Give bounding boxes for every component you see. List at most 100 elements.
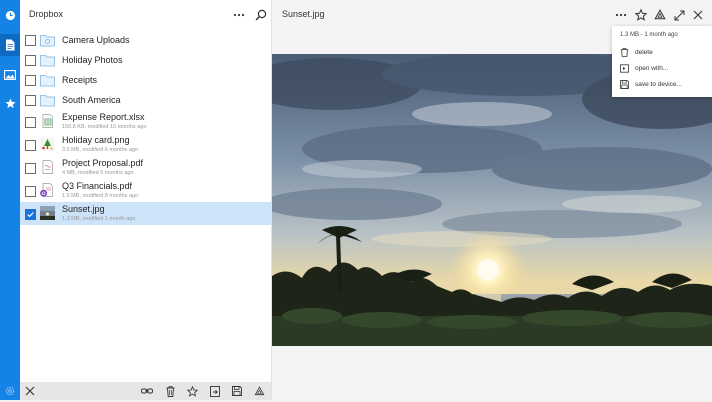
- item-checkbox[interactable]: [25, 35, 36, 46]
- save-icon: [232, 386, 242, 396]
- photos-icon: [4, 70, 16, 80]
- preview-image: [272, 54, 712, 346]
- check-icon: [27, 212, 34, 218]
- share-button[interactable]: [652, 7, 668, 23]
- list-item[interactable]: Camera Uploads: [20, 30, 271, 50]
- open-with-menu-item[interactable]: open with...: [612, 61, 712, 76]
- list-item-selected[interactable]: Sunset.jpg 1.3 MB, modified 1 month ago: [20, 202, 271, 225]
- photo-thumbnail-icon: [40, 206, 55, 220]
- link-icon: [141, 388, 153, 394]
- list-item[interactable]: Q3 Financials.pdf 1.5 MB, modified 8 mon…: [20, 179, 271, 202]
- document-icon: [6, 39, 15, 51]
- file-info: 1.3 MB - 1 month ago: [620, 32, 678, 38]
- photos-nav-button[interactable]: [0, 64, 20, 86]
- move-to-icon: [210, 385, 220, 397]
- bottom-app-bar: [20, 382, 271, 400]
- sunset-photo: [272, 54, 712, 346]
- item-checkbox[interactable]: [25, 186, 36, 197]
- list-item[interactable]: South America: [20, 90, 271, 110]
- item-name: Sunset.jpg: [62, 204, 105, 214]
- close-preview-button[interactable]: [690, 7, 706, 23]
- item-checkbox[interactable]: [25, 163, 36, 174]
- favorite-button[interactable]: [185, 384, 199, 398]
- file-list: Camera Uploads Holiday Photos Receipts S…: [20, 30, 271, 225]
- delete-menu-item[interactable]: delete: [612, 45, 712, 60]
- item-meta: 3.5 MB, modified 6 months ago: [62, 147, 139, 153]
- more-options-button[interactable]: [231, 7, 247, 23]
- close-icon: [693, 10, 703, 20]
- menu-item-label: open with...: [635, 65, 669, 72]
- search-button[interactable]: [253, 7, 269, 23]
- save-icon: [620, 80, 629, 89]
- fullscreen-button[interactable]: [671, 7, 687, 23]
- menu-item-label: delete: [635, 49, 653, 56]
- item-name: Expense Report.xlsx: [62, 112, 145, 122]
- list-item[interactable]: Holiday card.png 3.5 MB, modified 6 mont…: [20, 133, 271, 156]
- clock-icon: [5, 10, 15, 20]
- search-icon: [255, 9, 267, 21]
- item-name: Holiday card.png: [62, 135, 130, 145]
- item-name: Holiday Photos: [62, 55, 123, 65]
- list-item[interactable]: Project Proposal.pdf 4 MB, modified 6 mo…: [20, 156, 271, 179]
- menu-item-label: save to device...: [635, 81, 682, 88]
- files-nav-button[interactable]: [0, 34, 20, 56]
- list-item[interactable]: Receipts: [20, 70, 271, 90]
- more-options-button[interactable]: [613, 7, 629, 23]
- save-button[interactable]: [230, 384, 244, 398]
- star-outline-icon: [186, 385, 198, 397]
- pdf-file-icon: [42, 160, 53, 174]
- folder-icon: [40, 95, 55, 107]
- trash-icon: [166, 385, 174, 397]
- item-name: Project Proposal.pdf: [62, 158, 144, 168]
- nav-rail: [0, 0, 20, 400]
- folder-icon: [40, 55, 55, 67]
- sync-button[interactable]: [252, 384, 266, 398]
- list-item[interactable]: Holiday Photos: [20, 50, 271, 70]
- settings-button[interactable]: [0, 380, 20, 402]
- trash-icon: [620, 48, 629, 57]
- file-list-pane: Dropbox Camera Uploads Holiday Photos Re…: [20, 0, 272, 400]
- folder-icon: [40, 75, 55, 87]
- camera-folder-icon: [40, 35, 55, 47]
- item-checkbox[interactable]: [25, 140, 36, 151]
- expand-icon: [674, 10, 684, 20]
- item-name: South America: [62, 95, 121, 105]
- image-thumbnail-icon: [40, 137, 55, 151]
- item-checkbox[interactable]: [25, 55, 36, 66]
- item-name: Camera Uploads: [62, 35, 130, 45]
- item-name: Q3 Financials.pdf: [62, 181, 133, 191]
- more-icon: [233, 13, 245, 17]
- recycle-icon: [254, 385, 264, 395]
- item-name: Receipts: [62, 75, 98, 85]
- recycle-icon: [654, 9, 666, 20]
- item-meta: 1.5 MB, modified 8 months ago: [62, 193, 139, 199]
- app-title: Dropbox: [29, 9, 64, 19]
- pane-header: Dropbox: [20, 0, 271, 30]
- delete-button[interactable]: [163, 384, 177, 398]
- move-button[interactable]: [208, 384, 222, 398]
- star-outline-icon: [635, 9, 647, 21]
- item-meta: 1.3 MB, modified 1 month ago: [62, 216, 136, 222]
- item-checkbox[interactable]: [25, 75, 36, 86]
- clear-selection-button[interactable]: [23, 384, 37, 398]
- open-with-icon: [620, 64, 629, 73]
- settings-icon: [5, 386, 15, 396]
- pdf-shared-file-icon: [40, 183, 53, 197]
- favorites-nav-button[interactable]: [0, 92, 20, 114]
- item-meta: 4 MB, modified 6 months ago: [62, 170, 134, 176]
- item-meta: 156.8 KB, modified 10 months ago: [62, 124, 147, 130]
- preview-pane: Sunset.jpg 1.3 MB - 1 month ago delete o…: [272, 0, 712, 400]
- item-checkbox[interactable]: [25, 117, 36, 128]
- close-icon: [25, 386, 35, 396]
- share-link-button[interactable]: [140, 384, 154, 398]
- item-checkbox[interactable]: [25, 95, 36, 106]
- star-icon: [4, 98, 16, 108]
- list-item[interactable]: Expense Report.xlsx 156.8 KB, modified 1…: [20, 110, 271, 133]
- recent-nav-button[interactable]: [0, 4, 20, 26]
- save-to-device-menu-item[interactable]: save to device...: [612, 77, 712, 92]
- spreadsheet-icon: [42, 114, 53, 128]
- preview-title: Sunset.jpg: [282, 9, 325, 19]
- item-checkbox-checked[interactable]: [25, 209, 36, 220]
- favorite-button[interactable]: [633, 7, 649, 23]
- more-icon: [615, 13, 627, 17]
